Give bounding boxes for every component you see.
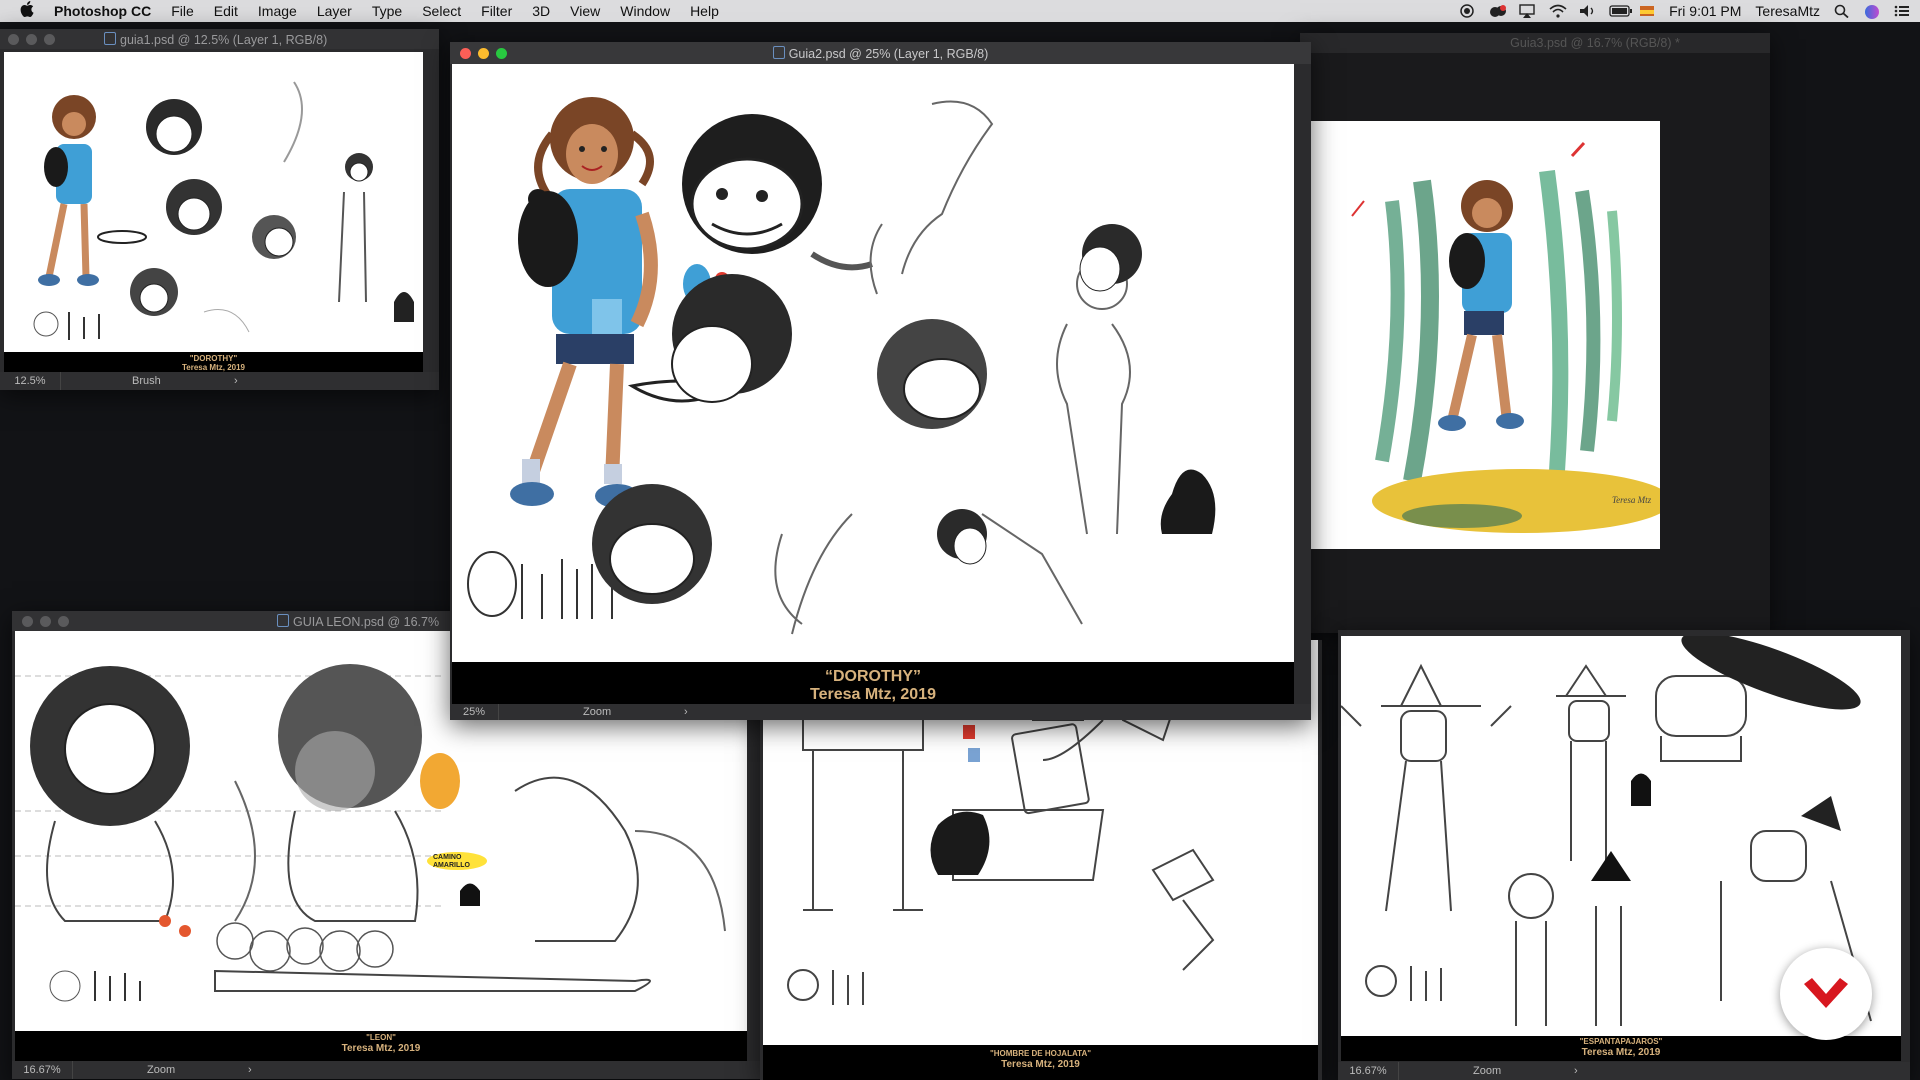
file-icon [104, 32, 116, 45]
creative-cloud-icon[interactable] [1489, 4, 1507, 18]
canvas-caption: "HOMBRE DE HOJALATA" Teresa Mtz, 2019 [763, 1045, 1318, 1080]
apple-icon[interactable] [20, 1, 40, 21]
window-titlebar[interactable]: Guia2.psd @ 25% (Layer 1, RGB/8) [450, 42, 1311, 64]
sign-label: CAMINO [433, 854, 462, 861]
menu-filter[interactable]: Filter [481, 3, 512, 19]
zoom-level[interactable]: 16.67% [12, 1061, 73, 1079]
airplay-icon[interactable] [1519, 4, 1535, 18]
canvas-caption: “DOROTHY” Teresa Mtz, 2019 [452, 662, 1294, 704]
menu-window[interactable]: Window [620, 3, 670, 19]
sign-label-2: AMARILLO [433, 862, 470, 869]
search-icon[interactable] [1834, 4, 1850, 19]
flag-icon[interactable] [1639, 4, 1655, 18]
status-arrow-icon[interactable]: › [234, 372, 238, 390]
menu-layer[interactable]: Layer [317, 3, 352, 19]
battery-icon[interactable] [1609, 4, 1633, 18]
canvas-guia2[interactable]: “DOROTHY” Teresa Mtz, 2019 [452, 64, 1294, 704]
current-tool: Zoom [583, 706, 612, 718]
menu-help[interactable]: Help [690, 3, 719, 19]
menu-select[interactable]: Select [422, 3, 461, 19]
window-titlebar[interactable]: Guia3.psd @ 16.7% (RGB/8) * [1300, 33, 1770, 53]
menu-image[interactable]: Image [258, 3, 297, 19]
window-title-text: guia1.psd @ 12.5% (Layer 1, RGB/8) [120, 33, 328, 47]
window-title-text: Guia2.psd @ 25% (Layer 1, RGB/8) [788, 47, 989, 61]
status-bar: 25% Zoom › [450, 704, 1311, 720]
zoom-button[interactable] [44, 34, 55, 45]
status-menus: Fri 9:01 PM TeresaMtz [1459, 0, 1920, 22]
caption-subtitle: Teresa Mtz, 2019 [341, 1042, 421, 1054]
document-window-guia2[interactable]: Guia2.psd @ 25% (Layer 1, RGB/8) “DOROTH… [450, 42, 1311, 720]
canvas-dorothy-cornfield[interactable]: Teresa Mtz [1312, 121, 1660, 549]
window-title: Guia2.psd @ 25% (Layer 1, RGB/8) [450, 46, 1311, 61]
menu-bar: Photoshop CC File Edit Image Layer Type … [0, 0, 1920, 22]
brand-logo-button[interactable] [1780, 948, 1872, 1040]
file-icon [277, 614, 289, 627]
caption-subtitle: Teresa Mtz, 2019 [1581, 1046, 1661, 1058]
close-button[interactable] [8, 34, 19, 45]
minimize-button[interactable] [40, 616, 51, 627]
volume-icon[interactable] [1579, 4, 1595, 18]
caption-title: "HOMBRE DE HOJALATA" [989, 1049, 1092, 1058]
list-icon[interactable] [1894, 4, 1910, 18]
status-bar: 16.67% Zoom › [12, 1061, 760, 1079]
zoom-level[interactable]: 16.67% [1338, 1062, 1399, 1080]
document-window-guia1[interactable]: guia1.psd @ 12.5% (Layer 1, RGB/8) "DORO… [0, 29, 439, 390]
app-menu[interactable]: Photoshop CC [54, 3, 151, 19]
window-controls [22, 616, 69, 627]
menu-edit[interactable]: Edit [214, 3, 238, 19]
status-arrow-icon[interactable]: › [1574, 1062, 1578, 1080]
zoom-level[interactable]: 12.5% [0, 372, 61, 390]
canvas-guia1[interactable]: "DOROTHY" Teresa Mtz, 2019 [4, 52, 423, 382]
wifi-icon[interactable] [1549, 4, 1567, 18]
zoom-button[interactable] [58, 616, 69, 627]
zoom-level[interactable]: 25% [450, 704, 499, 720]
status-bar: 12.5% Brush › [0, 372, 439, 390]
siri-icon[interactable] [1864, 4, 1880, 19]
window-title: Guia3.psd @ 16.7% (RGB/8) * [1510, 36, 1680, 50]
current-tool: Brush [132, 375, 161, 387]
illustration-dorothy-cornfield: Teresa Mtz [1312, 121, 1660, 549]
current-tool: Zoom [147, 1064, 176, 1076]
illustration-dorothy-sheet [452, 64, 1294, 662]
canvas-caption: "LEON" Teresa Mtz, 2019 [15, 1031, 747, 1061]
record-icon[interactable] [1459, 4, 1475, 18]
window-title: guia1.psd @ 12.5% (Layer 1, RGB/8) [104, 32, 439, 47]
menu-view[interactable]: View [570, 3, 600, 19]
caption-subtitle: Teresa Mtz, 2019 [1001, 1058, 1080, 1070]
document-window-guia3[interactable]: Guia3.psd @ 16.7% (RGB/8) * Teresa Mtz [1300, 33, 1770, 633]
minimize-button[interactable] [26, 34, 37, 45]
clock[interactable]: Fri 9:01 PM [1669, 3, 1741, 19]
file-icon [772, 46, 785, 59]
caption-title: "LEON" [366, 1033, 396, 1042]
status-arrow-icon[interactable]: › [248, 1061, 252, 1079]
window-title-text: GUIA LEON.psd @ 16.7% [293, 615, 440, 629]
status-bar: 16.67% Zoom › [1338, 1062, 1910, 1080]
caption-title: “DOROTHY” [825, 668, 921, 685]
close-button[interactable] [22, 616, 33, 627]
status-arrow-icon[interactable]: › [684, 704, 688, 720]
menu-3d[interactable]: 3D [532, 3, 550, 19]
window-titlebar[interactable]: guia1.psd @ 12.5% (Layer 1, RGB/8) [0, 29, 439, 49]
brand-logo-icon [1804, 978, 1848, 1008]
menu-file[interactable]: File [171, 3, 194, 19]
svg-text:Teresa Mtz: Teresa Mtz [1612, 495, 1652, 505]
current-tool: Zoom [1473, 1065, 1502, 1077]
caption-subtitle: Teresa Mtz, 2019 [810, 685, 936, 703]
user-name[interactable]: TeresaMtz [1755, 3, 1820, 19]
window-controls [8, 34, 55, 45]
menu-type[interactable]: Type [372, 3, 402, 19]
illustration-dorothy-sheet-small [4, 52, 423, 352]
